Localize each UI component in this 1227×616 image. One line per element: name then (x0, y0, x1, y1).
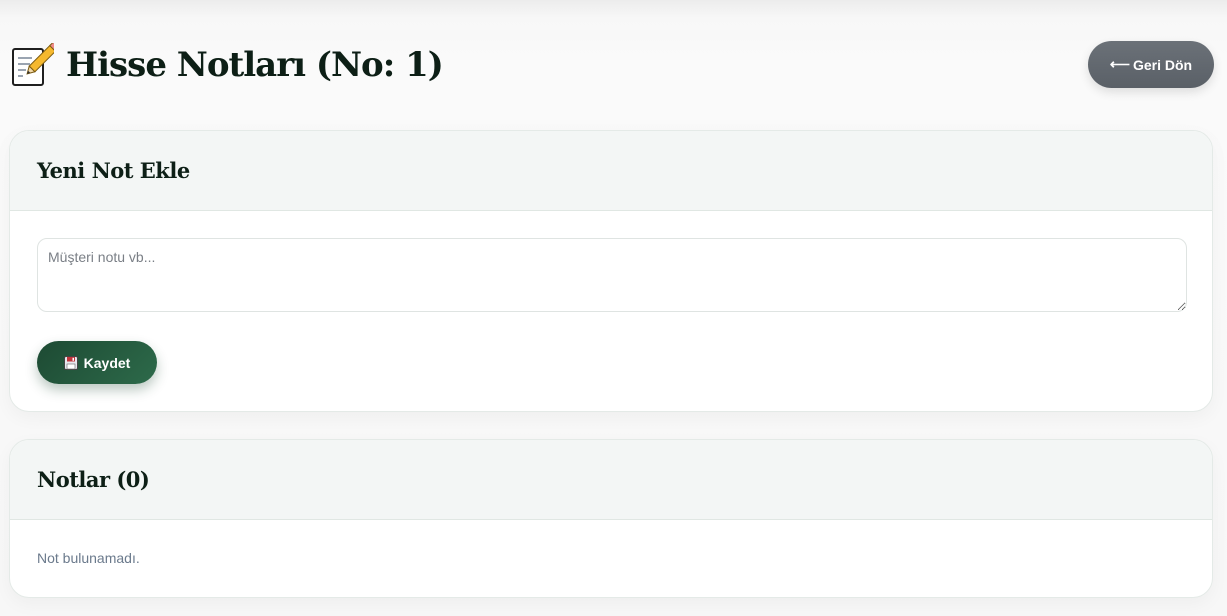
note-textarea[interactable] (37, 238, 1187, 312)
title-wrap: Hisse Notları (No: 1) (10, 40, 444, 90)
notes-card-title: Notlar (0) (37, 467, 150, 492)
new-note-card: Yeni Not Ekle Kaydet (9, 130, 1213, 412)
memo-icon (10, 41, 60, 87)
notes-card-header: Notlar (0) (10, 440, 1212, 520)
page-header: Hisse Notları (No: 1) ⟵ Geri Dön (10, 40, 1214, 90)
back-button[interactable]: ⟵ Geri Dön (1088, 41, 1214, 88)
notes-card: Notlar (0) Not bulunamadı. (9, 439, 1213, 598)
left-arrow-icon: ⟵ (1109, 56, 1130, 72)
back-button-label: Geri Dön (1132, 56, 1193, 73)
new-note-card-title: Yeni Not Ekle (37, 158, 190, 183)
save-button[interactable]: Kaydet (37, 341, 157, 384)
new-note-card-header: Yeni Not Ekle (10, 131, 1212, 211)
save-button-label: Kaydet (83, 354, 131, 371)
page-title: Hisse Notları (No: 1) (66, 45, 444, 85)
floppy-disk-icon (63, 355, 78, 370)
empty-notes-message: Not bulunamadı. (37, 550, 140, 566)
